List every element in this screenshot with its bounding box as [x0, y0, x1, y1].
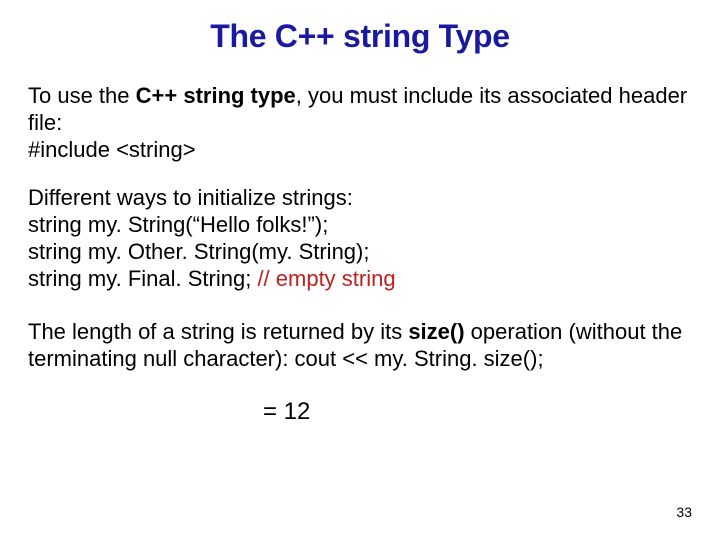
init-line-2: string my. Other. String(my. String); [28, 239, 692, 266]
init-line-3-code: string my. Final. String; [28, 266, 257, 291]
init-lead: Different ways to initialize strings: [28, 185, 692, 212]
init-line-3: string my. Final. String; // empty strin… [28, 266, 692, 293]
title-word-2: C++ [275, 18, 335, 54]
paragraph-init: Different ways to initialize strings: st… [28, 185, 692, 292]
paragraph-intro: To use the C++ string type, you must inc… [28, 83, 692, 163]
slide-container: The C++ string Type To use the C++ strin… [0, 0, 720, 540]
init-line-1: string my. String(“Hello folks!”); [28, 212, 692, 239]
init-line-3-comment: // empty string [257, 266, 395, 291]
size-bold: size() [408, 319, 464, 344]
paragraph-size: The length of a string is returned by it… [28, 319, 692, 373]
intro-bold: C++ string type [136, 83, 296, 108]
title-word-3: string [343, 18, 430, 54]
include-line: #include <string> [28, 137, 692, 164]
size-prefix: The length of a string is returned by it… [28, 319, 408, 344]
title-word-4: Type [439, 18, 510, 54]
result-line: = 12 [263, 398, 692, 426]
title-word-1: The [210, 18, 266, 54]
intro-prefix: To use the [28, 83, 136, 108]
page-number: 33 [676, 504, 692, 520]
slide-title: The C++ string Type [28, 18, 692, 55]
